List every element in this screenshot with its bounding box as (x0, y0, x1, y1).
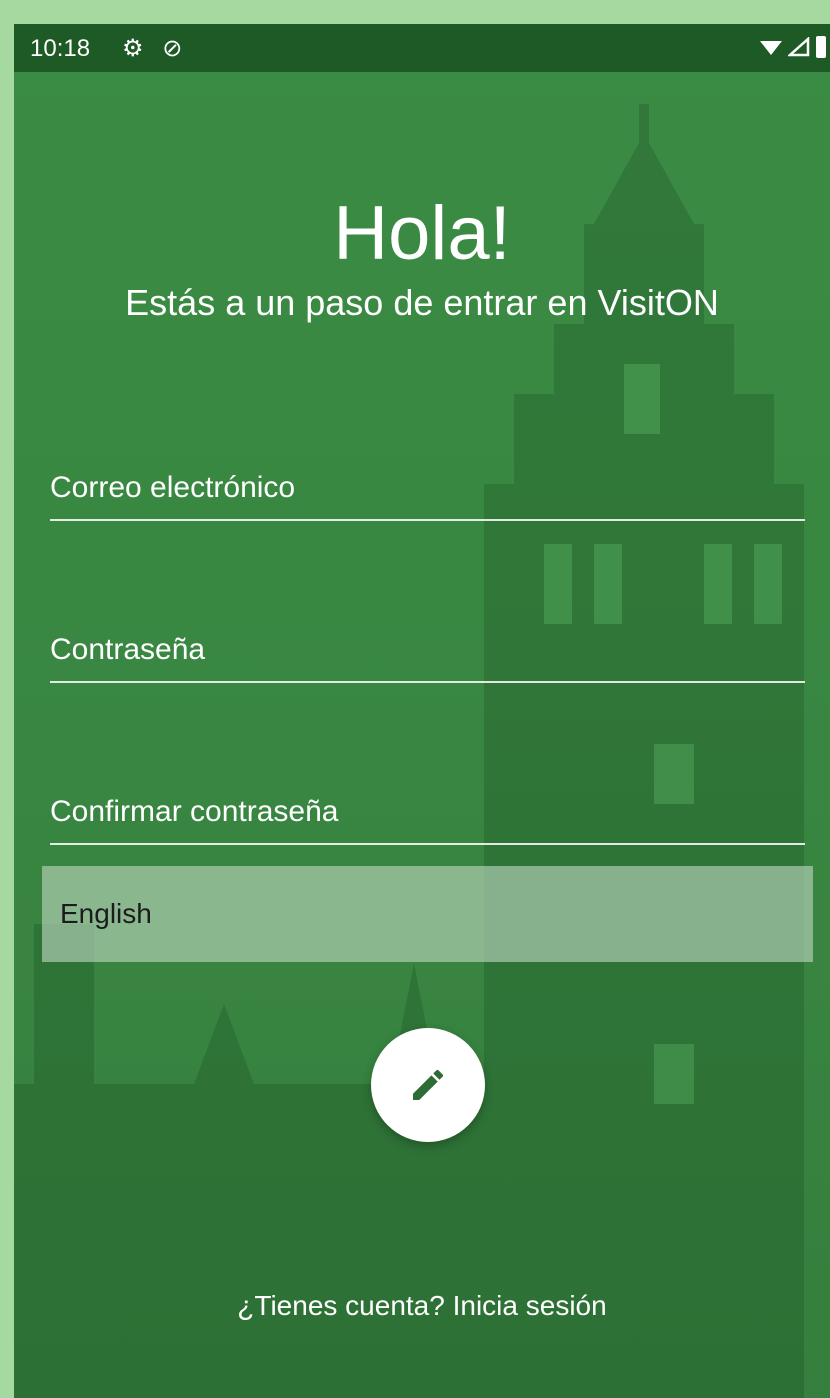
email-input[interactable] (50, 457, 805, 519)
password-field (50, 619, 805, 683)
login-link[interactable]: ¿Tienes cuenta? Inicia sesión (14, 1290, 830, 1322)
confirm-password-input[interactable] (50, 781, 805, 843)
register-fab-button[interactable] (371, 1028, 485, 1142)
status-bar: 10:18 ⚙ ⊘ (14, 24, 830, 72)
confirm-password-field (50, 781, 805, 845)
language-selected-value: English (60, 898, 152, 929)
page-title: Hola! (333, 191, 511, 276)
language-select[interactable]: English (42, 866, 813, 962)
signal-icon (788, 37, 810, 57)
edit-pencil-icon (413, 1069, 444, 1100)
battery-icon (816, 36, 826, 58)
settings-icon: ⚙ (122, 35, 144, 62)
wifi-icon (760, 41, 782, 55)
status-icons-right (760, 36, 826, 58)
password-input[interactable] (50, 619, 805, 681)
status-time: 10:18 (30, 35, 91, 62)
status-icons-left: ⚙ ⊘ (122, 34, 194, 63)
page-subtitle: Estás a un paso de entrar en VisitON (125, 282, 719, 323)
data-saver-icon: ⊘ (162, 35, 183, 62)
email-field (50, 457, 805, 521)
app-screen: 10:18 ⚙ ⊘ Hola! Estás a un paso de entra… (14, 24, 830, 1398)
